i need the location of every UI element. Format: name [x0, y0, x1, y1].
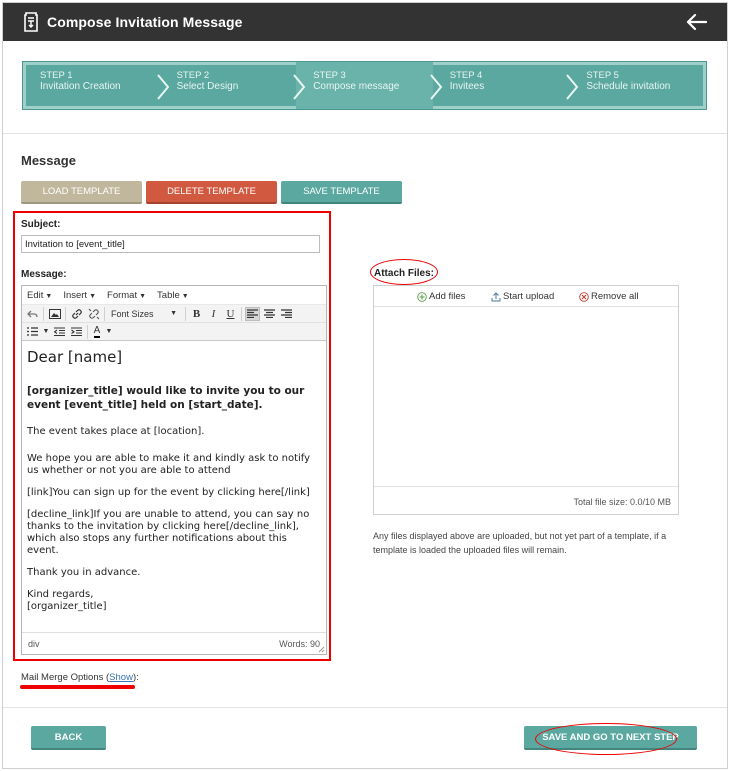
font-size-select[interactable]: Font Sizes ▼: [108, 307, 180, 321]
toolbar-separator: [241, 306, 242, 321]
editor-content[interactable]: Dear [name] [organizer_title] would like…: [22, 343, 326, 633]
app-logo-icon: [24, 12, 38, 32]
step-label: Select Design: [176, 81, 239, 92]
caret-down-icon: ▼: [45, 292, 53, 300]
add-icon: [417, 291, 427, 302]
ellipse-annotation: [370, 259, 438, 285]
upload-icon: [491, 291, 501, 301]
step-number: STEP 1: [40, 70, 73, 81]
editor-toolbar-row-2: ▼ A ▼: [22, 323, 326, 341]
step-label: Schedule invitation: [586, 81, 671, 92]
chevron-right-icon: [566, 74, 579, 100]
align-left-icon[interactable]: [245, 306, 260, 321]
location-text: The event takes place at [location].: [27, 426, 205, 437]
title-bar: Compose Invitation Message: [3, 3, 727, 41]
step-label: Compose message: [313, 81, 400, 92]
intro-text: [organizer_title] would like to invite y…: [27, 385, 305, 411]
start-upload-button[interactable]: Start upload: [491, 291, 554, 302]
caret-down-icon: ▼: [89, 292, 97, 300]
toolbar-separator: [43, 306, 44, 321]
italic-button[interactable]: I: [206, 307, 221, 321]
caret-down-icon[interactable]: ▼: [42, 325, 50, 339]
wizard-steps: STEP 1 Invitation Creation STEP 2 Select…: [22, 61, 707, 110]
step-select-design[interactable]: STEP 2 Select Design: [160, 62, 306, 109]
add-files-button[interactable]: Add files: [417, 291, 465, 302]
resize-handle-icon[interactable]: [318, 646, 325, 653]
attach-files-panel: Add files Start upload Remove all Total …: [373, 285, 679, 515]
caret-down-icon: ▼: [181, 292, 189, 300]
editor-toolbar-row-1: Font Sizes ▼ B I U: [22, 305, 326, 323]
menu-insert[interactable]: Insert ▼: [63, 290, 96, 301]
word-count: Words: 90: [279, 638, 320, 649]
save-template-button[interactable]: SAVE TEMPLATE: [281, 181, 402, 204]
text-color-icon[interactable]: A: [91, 325, 103, 339]
signup-link-text: [link]You can sign up for the event by c…: [27, 487, 310, 498]
signoff-text: Kind regards, [organizer_title]: [27, 589, 107, 612]
thanks-text: Thank you in advance.: [27, 567, 141, 578]
toolbar-separator: [185, 306, 186, 321]
chevron-right-icon: [156, 74, 169, 100]
step-number: STEP 4: [449, 70, 483, 81]
underline-button[interactable]: U: [223, 307, 238, 321]
ellipse-annotation: [535, 723, 677, 755]
page-title: Compose Invitation Message: [47, 14, 243, 30]
unlink-icon[interactable]: [86, 307, 101, 321]
divider: [3, 133, 727, 134]
step-number: STEP 2: [176, 70, 210, 81]
menu-format[interactable]: Format ▼: [107, 290, 146, 301]
section-title: Message: [21, 153, 76, 168]
step-invitation-creation[interactable]: STEP 1 Invitation Creation: [23, 62, 169, 109]
attach-toolbar: Add files Start upload Remove all: [374, 286, 678, 307]
bold-button[interactable]: B: [189, 307, 204, 321]
editor-menubar: Edit ▼ Insert ▼ Format ▼ Table ▼: [22, 286, 326, 305]
chevron-right-icon: [293, 74, 306, 100]
total-file-size: Total file size: 0.0/10 MB: [374, 486, 678, 514]
back-button[interactable]: BACK: [31, 726, 106, 750]
chevron-right-icon: [430, 74, 443, 100]
step-number: STEP 3: [313, 70, 346, 81]
element-path[interactable]: div: [28, 639, 40, 649]
subject-label: Subject:: [21, 219, 61, 230]
step-schedule-invitation[interactable]: STEP 5 Schedule invitation: [569, 62, 706, 109]
caret-down-icon: ▼: [139, 292, 147, 300]
caret-down-icon: ▼: [170, 310, 177, 317]
menu-table[interactable]: Table ▼: [157, 290, 189, 301]
step-label: Invitation Creation: [40, 81, 121, 92]
menu-edit[interactable]: Edit ▼: [27, 290, 52, 301]
underline-annotation: [20, 685, 135, 689]
subject-input[interactable]: [21, 235, 320, 253]
undo-icon[interactable]: [25, 307, 40, 321]
divider: [3, 707, 727, 708]
message-label: Message:: [21, 269, 67, 280]
back-arrow-icon[interactable]: [685, 12, 707, 32]
step-label: Invitees: [449, 81, 485, 92]
mail-merge-options: Mail Merge Options (Show):: [21, 672, 139, 683]
delete-template-button[interactable]: DELETE TEMPLATE: [146, 181, 277, 204]
notify-text: We hope you are able to make it and kind…: [27, 453, 311, 476]
align-center-icon[interactable]: [262, 307, 277, 321]
message-editor: Edit ▼ Insert ▼ Format ▼ Table ▼ Font Sizes ▼…: [21, 285, 327, 655]
bullet-list-icon[interactable]: [25, 325, 40, 339]
toolbar-separator: [87, 324, 88, 339]
remove-icon: [579, 291, 589, 302]
align-right-icon[interactable]: [279, 307, 294, 321]
toolbar-separator: [104, 306, 105, 321]
outdent-icon[interactable]: [52, 325, 67, 339]
load-template-button[interactable]: LOAD TEMPLATE: [21, 181, 142, 204]
insert-image-icon[interactable]: [47, 307, 62, 321]
greeting-text: Dear [name]: [27, 348, 123, 366]
indent-icon[interactable]: [69, 325, 84, 339]
step-compose-message[interactable]: STEP 3 Compose message: [296, 62, 443, 109]
toolbar-separator: [65, 306, 66, 321]
step-invitees[interactable]: STEP 4 Invitees: [433, 62, 579, 109]
decline-link-text: [decline_link]If you are unable to atten…: [27, 509, 310, 556]
caret-down-icon[interactable]: ▼: [105, 325, 113, 339]
mail-merge-show-link[interactable]: Show: [109, 672, 133, 683]
attach-files-note: Any files displayed above are uploaded, …: [373, 531, 667, 555]
link-icon[interactable]: [69, 307, 84, 321]
remove-all-button[interactable]: Remove all: [579, 291, 639, 302]
step-number: STEP 5: [586, 70, 619, 81]
editor-statusbar: div Words: 90: [22, 632, 326, 654]
